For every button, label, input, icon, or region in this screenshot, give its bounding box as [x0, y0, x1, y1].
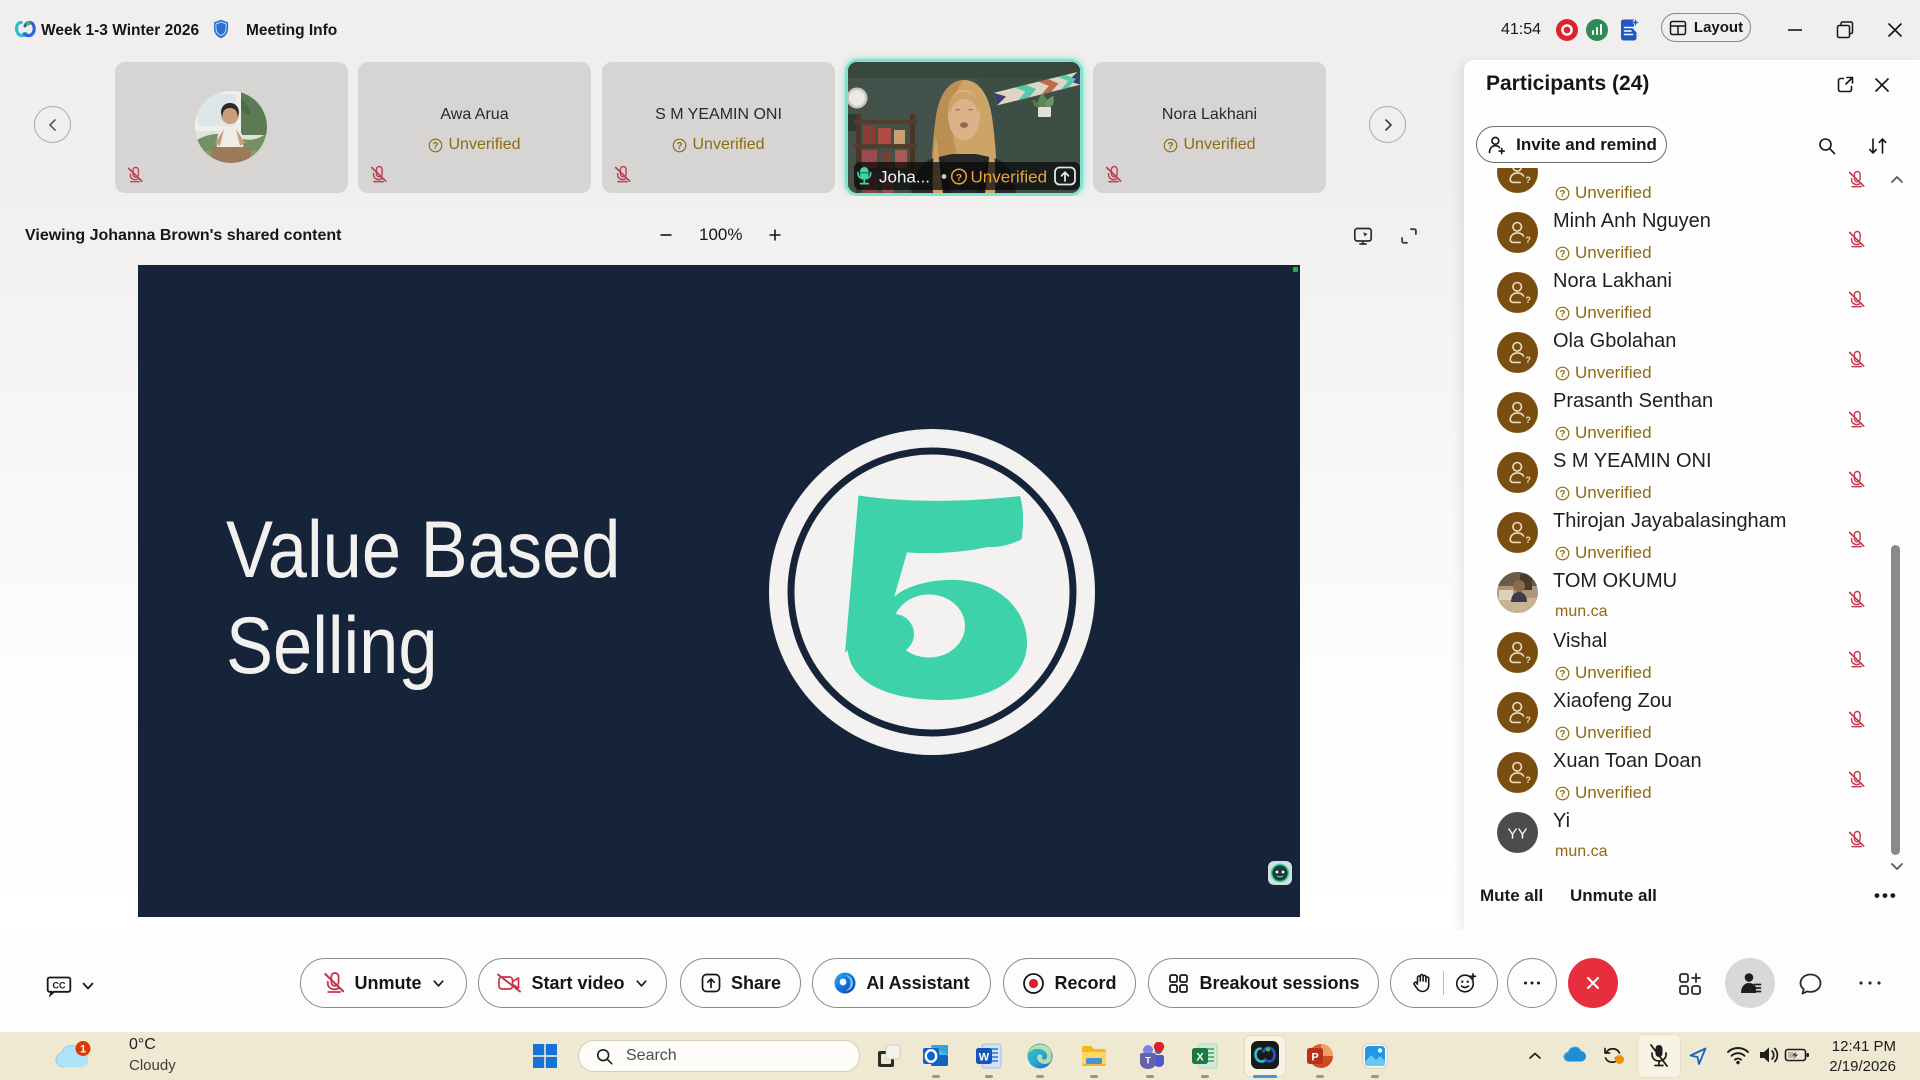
- svg-text:X: X: [1196, 1052, 1204, 1064]
- svg-text:?: ?: [956, 172, 962, 184]
- svg-text:Unverified: Unverified: [971, 168, 1048, 187]
- svg-text:P: P: [1311, 1052, 1318, 1064]
- svg-text:CC: CC: [53, 981, 66, 991]
- svg-text:Joha...: Joha...: [879, 168, 930, 187]
- svg-text:W: W: [979, 1052, 990, 1064]
- svg-text:YY: YY: [1507, 826, 1527, 843]
- svg-text:1: 1: [80, 1044, 86, 1056]
- svg-text:T: T: [1145, 1056, 1151, 1067]
